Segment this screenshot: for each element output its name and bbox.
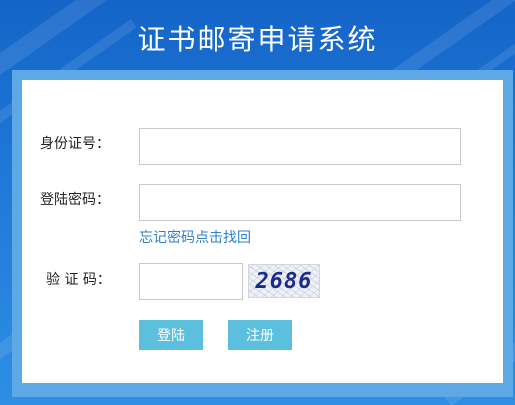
page-title: 证书邮寄申请系统 <box>137 23 378 56</box>
login-button[interactable]: 登陆 <box>139 320 203 350</box>
captcha-input[interactable] <box>139 263 243 300</box>
register-button[interactable]: 注册 <box>228 320 292 350</box>
forgot-password-link[interactable]: 忘记密码点击找回 <box>139 227 251 247</box>
id-number-input[interactable] <box>139 128 461 165</box>
captcha-image[interactable]: 2686 <box>248 264 320 298</box>
password-label: 登陆密码： <box>40 192 110 208</box>
captcha-code: 2686 <box>255 269 313 294</box>
id-number-label: 身份证号： <box>40 136 110 152</box>
login-panel: 身份证号： 登陆密码： 忘记密码点击找回 验 证 码： 2686 登陆 注册 <box>22 80 503 383</box>
password-input[interactable] <box>139 184 461 221</box>
captcha-label: 验 证 码： <box>46 272 111 288</box>
